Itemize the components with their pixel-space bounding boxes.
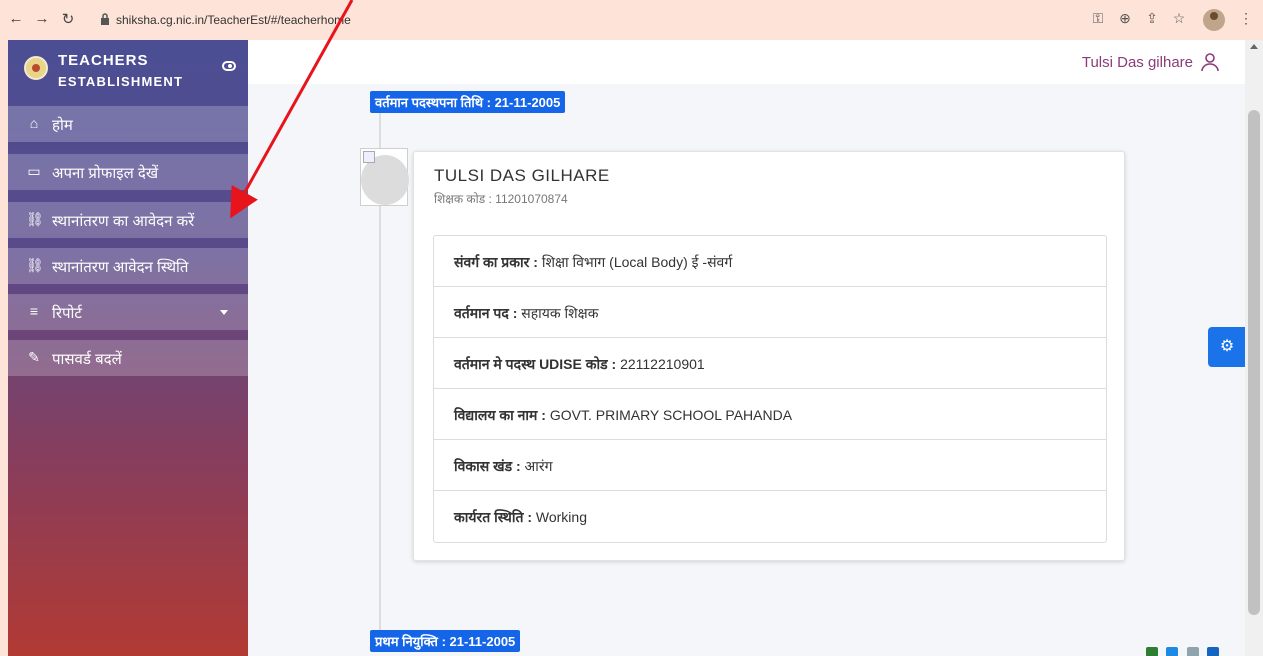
- brand: TEACHERS ESTABLISHMENT: [8, 40, 248, 102]
- detail-value: शिक्षा विभाग (Local Body) ई -संवर्ग: [541, 254, 733, 270]
- user-icon[interactable]: [1201, 52, 1219, 72]
- share-icon[interactable]: ⇪: [1142, 10, 1162, 27]
- tray-app-icon[interactable]: [1166, 647, 1179, 656]
- scroll-up-arrow-icon[interactable]: [1250, 44, 1258, 49]
- detail-value: GOVT. PRIMARY SCHOOL PAHANDA: [549, 407, 793, 423]
- detail-label: संवर्ग का प्रकार :: [454, 254, 538, 270]
- detail-row-cadre-type: संवर्ग का प्रकार : शिक्षा विभाग (Local B…: [434, 236, 1106, 287]
- lock-icon: [101, 13, 109, 25]
- sidebar-item-transfer-apply[interactable]: ⛓ स्थानांतरण का आवेदन करें: [8, 202, 248, 238]
- url-text: shiksha.cg.nic.in/TeacherEst/#/teacherho…: [116, 13, 351, 27]
- username[interactable]: Tulsi Das gilhare: [1082, 54, 1193, 71]
- detail-value: सहायक शिक्षक: [521, 305, 599, 321]
- back-arrow-icon[interactable]: ←: [6, 10, 26, 27]
- tray-app-icon[interactable]: [1207, 647, 1220, 656]
- detail-value: Working: [535, 509, 587, 525]
- home-icon: ⌂: [29, 115, 39, 131]
- sidebar-item-change-password[interactable]: ✎ पासवर्ड बदलें: [8, 340, 248, 376]
- detail-value: 22112210901: [620, 356, 705, 372]
- zoom-icon[interactable]: ⊕: [1115, 10, 1135, 27]
- detail-value: आरंग: [524, 458, 553, 474]
- reload-icon[interactable]: ↻: [58, 10, 78, 28]
- sidebar-item-home[interactable]: ⌂ होम: [8, 106, 248, 142]
- sidebar-item-label: रिपोर्ट: [52, 305, 82, 322]
- sidebar-item-label: स्थानांतरण का आवेदन करें: [52, 213, 195, 230]
- tray-app-icon[interactable]: [1146, 647, 1158, 656]
- key-icon[interactable]: ⚿: [1088, 10, 1108, 27]
- browser-profile-avatar[interactable]: [1203, 9, 1225, 31]
- detail-row-block: विकास खंड : आरंग: [434, 440, 1106, 491]
- first-appointment-date-badge: प्रथम नियुक्ति : 21-11-2005: [370, 630, 521, 652]
- detail-row-school-name: विद्यालय का नाम : GOVT. PRIMARY SCHOOL P…: [434, 389, 1106, 440]
- profile-details-list: संवर्ग का प्रकार : शिक्षा विभाग (Local B…: [433, 235, 1107, 543]
- teacher-photo: [360, 148, 409, 206]
- detail-label: कार्यरत स्थिति :: [454, 509, 532, 525]
- brand-title-line1: TEACHERS: [58, 52, 149, 69]
- detail-label: विद्यालय का नाम :: [454, 407, 546, 423]
- sidebar-item-label: पासवर्ड बदलें: [52, 351, 122, 368]
- gear-icon: ⚙: [1219, 338, 1235, 355]
- sidebar-item-label: अपना प्रोफाइल देखें: [52, 165, 159, 182]
- detail-label: वर्तमान मे पदस्थ UDISE कोड :: [454, 356, 617, 372]
- edit-icon: ✎: [28, 349, 40, 365]
- detail-row-current-post: वर्तमान पद : सहायक शिक्षक: [434, 287, 1106, 338]
- browser-toolbar: ← → ↻ shiksha.cg.nic.in/TeacherEst/#/tea…: [0, 0, 1263, 40]
- sidebar-toggle-icon[interactable]: [222, 61, 236, 71]
- current-posting-date-badge: वर्तमान पदस्थपना तिथि : 21-11-2005: [370, 91, 566, 113]
- profile-card: TULSI DAS GILHARE शिक्षक कोड : 112010708…: [413, 151, 1125, 561]
- sidebar-item-transfer-status[interactable]: ⛓ स्थानांतरण आवेदन स्थिति: [8, 248, 248, 284]
- settings-gear-button[interactable]: ⚙: [1208, 327, 1246, 367]
- link-icon: ⛓: [26, 211, 44, 227]
- chevron-down-icon: [220, 310, 228, 315]
- teacher-name: TULSI DAS GILHARE: [434, 166, 610, 185]
- sidebar-item-label: होम: [52, 117, 73, 134]
- star-icon[interactable]: ☆: [1169, 10, 1189, 27]
- detail-row-udise-code: वर्तमान मे पदस्थ UDISE कोड : 22112210901: [434, 338, 1106, 389]
- forward-arrow-icon[interactable]: →: [32, 10, 52, 27]
- book-icon: ▭: [27, 163, 41, 179]
- sidebar-item-profile[interactable]: ▭ अपना प्रोफाइल देखें: [8, 154, 248, 190]
- more-menu-icon[interactable]: ⋮: [1236, 10, 1256, 27]
- scrollbar[interactable]: [1245, 40, 1263, 656]
- detail-label: विकास खंड :: [454, 458, 521, 474]
- sidebar-item-label: स्थानांतरण आवेदन स्थिति: [52, 259, 189, 276]
- tray-app-icon[interactable]: [1186, 647, 1199, 656]
- scrollbar-thumb[interactable]: [1248, 110, 1260, 615]
- brand-title-line2: ESTABLISHMENT: [58, 74, 184, 89]
- address-bar[interactable]: shiksha.cg.nic.in/TeacherEst/#/teacherho…: [100, 8, 1140, 32]
- broken-image-icon: [363, 151, 375, 163]
- sidebar: TEACHERS ESTABLISHMENT ⌂ होम ▭ अपना प्रो…: [8, 40, 248, 656]
- taskbar-tray: [1146, 644, 1236, 656]
- detail-row-working-status: कार्यरत स्थिति : Working: [434, 491, 1106, 542]
- top-header: Tulsi Das gilhare: [248, 40, 1245, 84]
- list-icon: ≡: [29, 303, 39, 319]
- link-icon: ⛓: [26, 257, 44, 273]
- detail-label: वर्तमान पद :: [454, 305, 518, 321]
- emblem-logo: [24, 56, 48, 80]
- teacher-code: शिक्षक कोड : 11201070874: [434, 192, 568, 206]
- sidebar-item-report[interactable]: ≡ रिपोर्ट: [8, 294, 248, 330]
